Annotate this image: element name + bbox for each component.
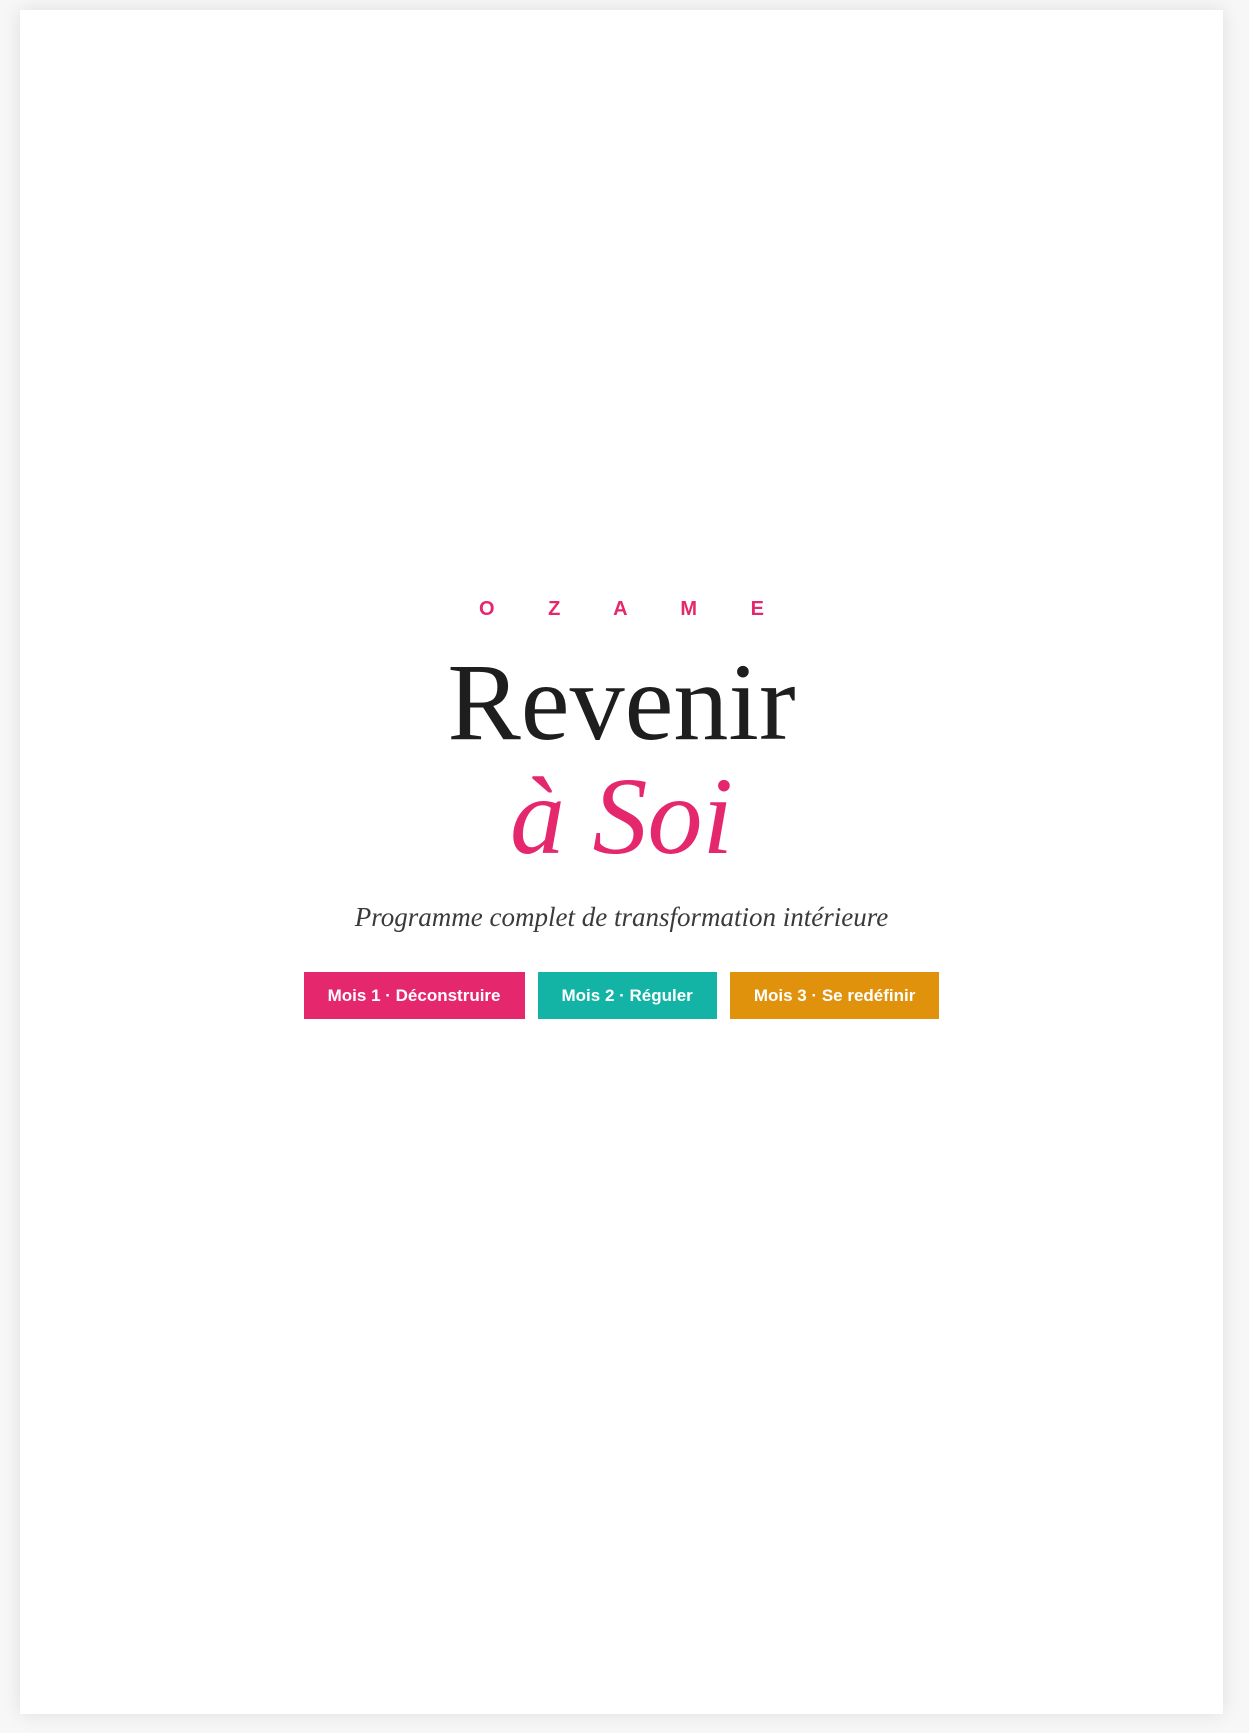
month-pills: Mois 1 · Déconstruire Mois 2 · Réguler M…: [20, 972, 1223, 1019]
brand-name: O Z A M E: [479, 598, 788, 620]
title-line-2: à Soi: [509, 755, 734, 877]
title-line-1: Revenir: [447, 641, 796, 763]
cover-content: O Z A M E Revenir à Soi Programme comple…: [20, 594, 1223, 1019]
cover-page: O Z A M E Revenir à Soi Programme comple…: [20, 10, 1223, 1714]
subtitle: Programme complet de transformation inté…: [354, 902, 889, 932]
month-2-pill[interactable]: Mois 2 · Réguler: [537, 972, 717, 1019]
month-1-pill[interactable]: Mois 1 · Déconstruire: [303, 972, 525, 1019]
month-3-pill[interactable]: Mois 3 · Se redéfinir: [729, 972, 940, 1019]
